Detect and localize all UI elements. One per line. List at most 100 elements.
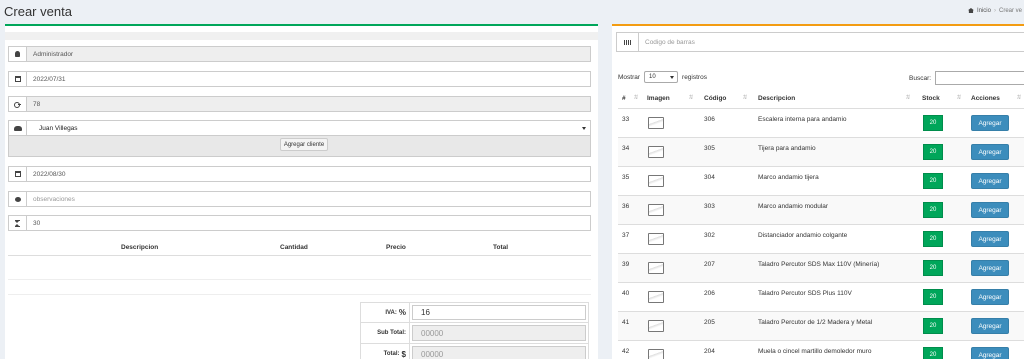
col-cantidad: Cantidad [280,244,308,251]
code-row: 78 [8,96,591,112]
row-num: 34 [622,145,630,152]
sale-form-panel: Administrador 2022/07/31 78 Juan Villega… [5,24,598,359]
sort-icon: ⇅ [633,95,639,101]
product-image [648,117,664,129]
row-codigo: 204 [704,348,715,355]
col-imagen[interactable]: Imagen [647,95,670,102]
iva-symbol: % [398,308,406,317]
breadcrumb: Inicio › Crear ve [967,8,1022,14]
total-label: Total: [383,351,400,357]
stock-badge: 20 [923,231,943,247]
row-codigo: 306 [704,116,715,123]
sort-icon: ⇅ [688,95,694,101]
breadcrumb-home[interactable]: Inicio [977,8,991,14]
add-client-button[interactable]: Agregar cliente [280,138,328,151]
sort-icon: ⇅ [905,95,911,101]
product-image [648,262,664,274]
col-num[interactable]: # [622,95,626,102]
entries-control: Mostrar 10 registros [618,71,707,83]
page-title: Crear venta [4,4,72,19]
search-control: Buscar: [909,71,1024,85]
add-product-button[interactable]: Agregar [971,144,1009,160]
row-descripcion: Marco andamio modular [758,203,829,210]
hourglass-icon [8,215,26,231]
calendar-icon [8,71,26,87]
row-codigo: 305 [704,145,715,152]
total-symbol: $ [401,349,406,359]
add-product-button[interactable]: Agregar [971,260,1009,276]
add-product-button[interactable]: Agregar [971,115,1009,131]
table-row: 42 204 Muela o cincel martillo demoledor m… [618,341,1024,359]
content-header: Crear venta Inicio › Crear ve [0,0,1024,24]
users-icon [8,120,26,136]
divider [8,294,591,295]
client-select[interactable]: Juan Villegas [26,120,591,136]
days-field[interactable]: 30 [26,215,591,231]
notes-placeholder: observaciones [33,195,75,203]
product-image [648,146,664,158]
total-row: Total: $ 00000 [360,344,589,359]
search-input[interactable] [935,71,1024,85]
col-stock[interactable]: Stock [922,95,940,102]
add-product-button[interactable]: Agregar [971,289,1009,305]
subtotal-row: Sub Total: 00000 [360,323,589,344]
row-num: 36 [622,203,630,210]
home-icon [967,8,974,13]
row-descripcion: Muela o cincel martillo demoledor muro [758,348,872,355]
row-num: 39 [622,261,630,268]
row-num: 40 [622,290,630,297]
sale-date-row: 2022/07/31 [8,71,591,87]
entries-select[interactable]: 10 [644,71,679,83]
add-product-button[interactable]: Agregar [971,231,1009,247]
notes-field[interactable]: observaciones [26,191,591,207]
product-image [648,233,664,245]
sort-icon: ⇅ [956,95,962,101]
days-row: 30 [8,215,591,231]
row-num: 42 [622,348,630,355]
product-image [648,349,664,359]
comment-icon [8,191,26,207]
stock-badge: 20 [923,144,943,160]
product-image [648,291,664,303]
iva-input[interactable]: 16 [412,305,586,320]
subtotal-label: Sub Total: [361,323,410,343]
col-descripcion[interactable]: Descripcion [758,95,795,102]
row-codigo: 206 [704,290,715,297]
stock-badge: 20 [923,173,943,189]
sale-date-field[interactable]: 2022/07/31 [26,71,591,87]
row-codigo: 207 [704,261,715,268]
table-controls: Mostrar 10 registros Buscar: [618,69,1024,85]
col-codigo[interactable]: Código [704,95,726,102]
stock-badge: 20 [923,318,943,334]
products-panel: Codigo de barras Mostrar 10 registros Bu… [612,24,1024,359]
delivery-date-field[interactable]: 2022/08/30 [26,166,591,182]
stock-badge: 20 [923,260,943,276]
row-descripcion: Taladro Percutor de 1/2 Madera y Metal [758,319,873,326]
breadcrumb-current: Crear ve [998,8,1022,14]
row-codigo: 303 [704,203,715,210]
barcode-placeholder: Codigo de barras [645,38,695,46]
row-descripcion: Marco andamio tijera [758,174,819,181]
row-codigo: 304 [704,174,715,181]
add-product-button[interactable]: Agregar [971,347,1009,359]
add-product-button[interactable]: Agregar [971,318,1009,334]
stock-badge: 20 [923,202,943,218]
stock-badge: 20 [923,115,943,131]
col-acciones[interactable]: Acciones [971,95,1000,102]
add-product-button[interactable]: Agregar [971,202,1009,218]
panel-strip [5,32,598,40]
product-image [648,320,664,332]
col-precio: Precio [386,244,406,251]
client-selected: Juan Villegas [39,124,78,132]
sort-icon: ⇅ [742,95,748,101]
notes-row: observaciones [8,191,591,207]
delivery-date-row: 2022/08/30 [8,166,591,182]
row-codigo: 302 [704,232,715,239]
row-descripcion: Escalera interna para andamio [758,116,847,123]
barcode-input[interactable]: Codigo de barras [638,32,1024,52]
products-table: # ⇅ Imagen ⇅ Código ⇅ Descripcion ⇅ Stoc… [618,89,1024,359]
iva-row: IVA:% 16 [360,302,589,323]
add-product-button[interactable]: Agregar [971,173,1009,189]
table-header: # ⇅ Imagen ⇅ Código ⇅ Descripcion ⇅ Stoc… [618,89,1024,109]
calendar-icon [8,166,26,182]
